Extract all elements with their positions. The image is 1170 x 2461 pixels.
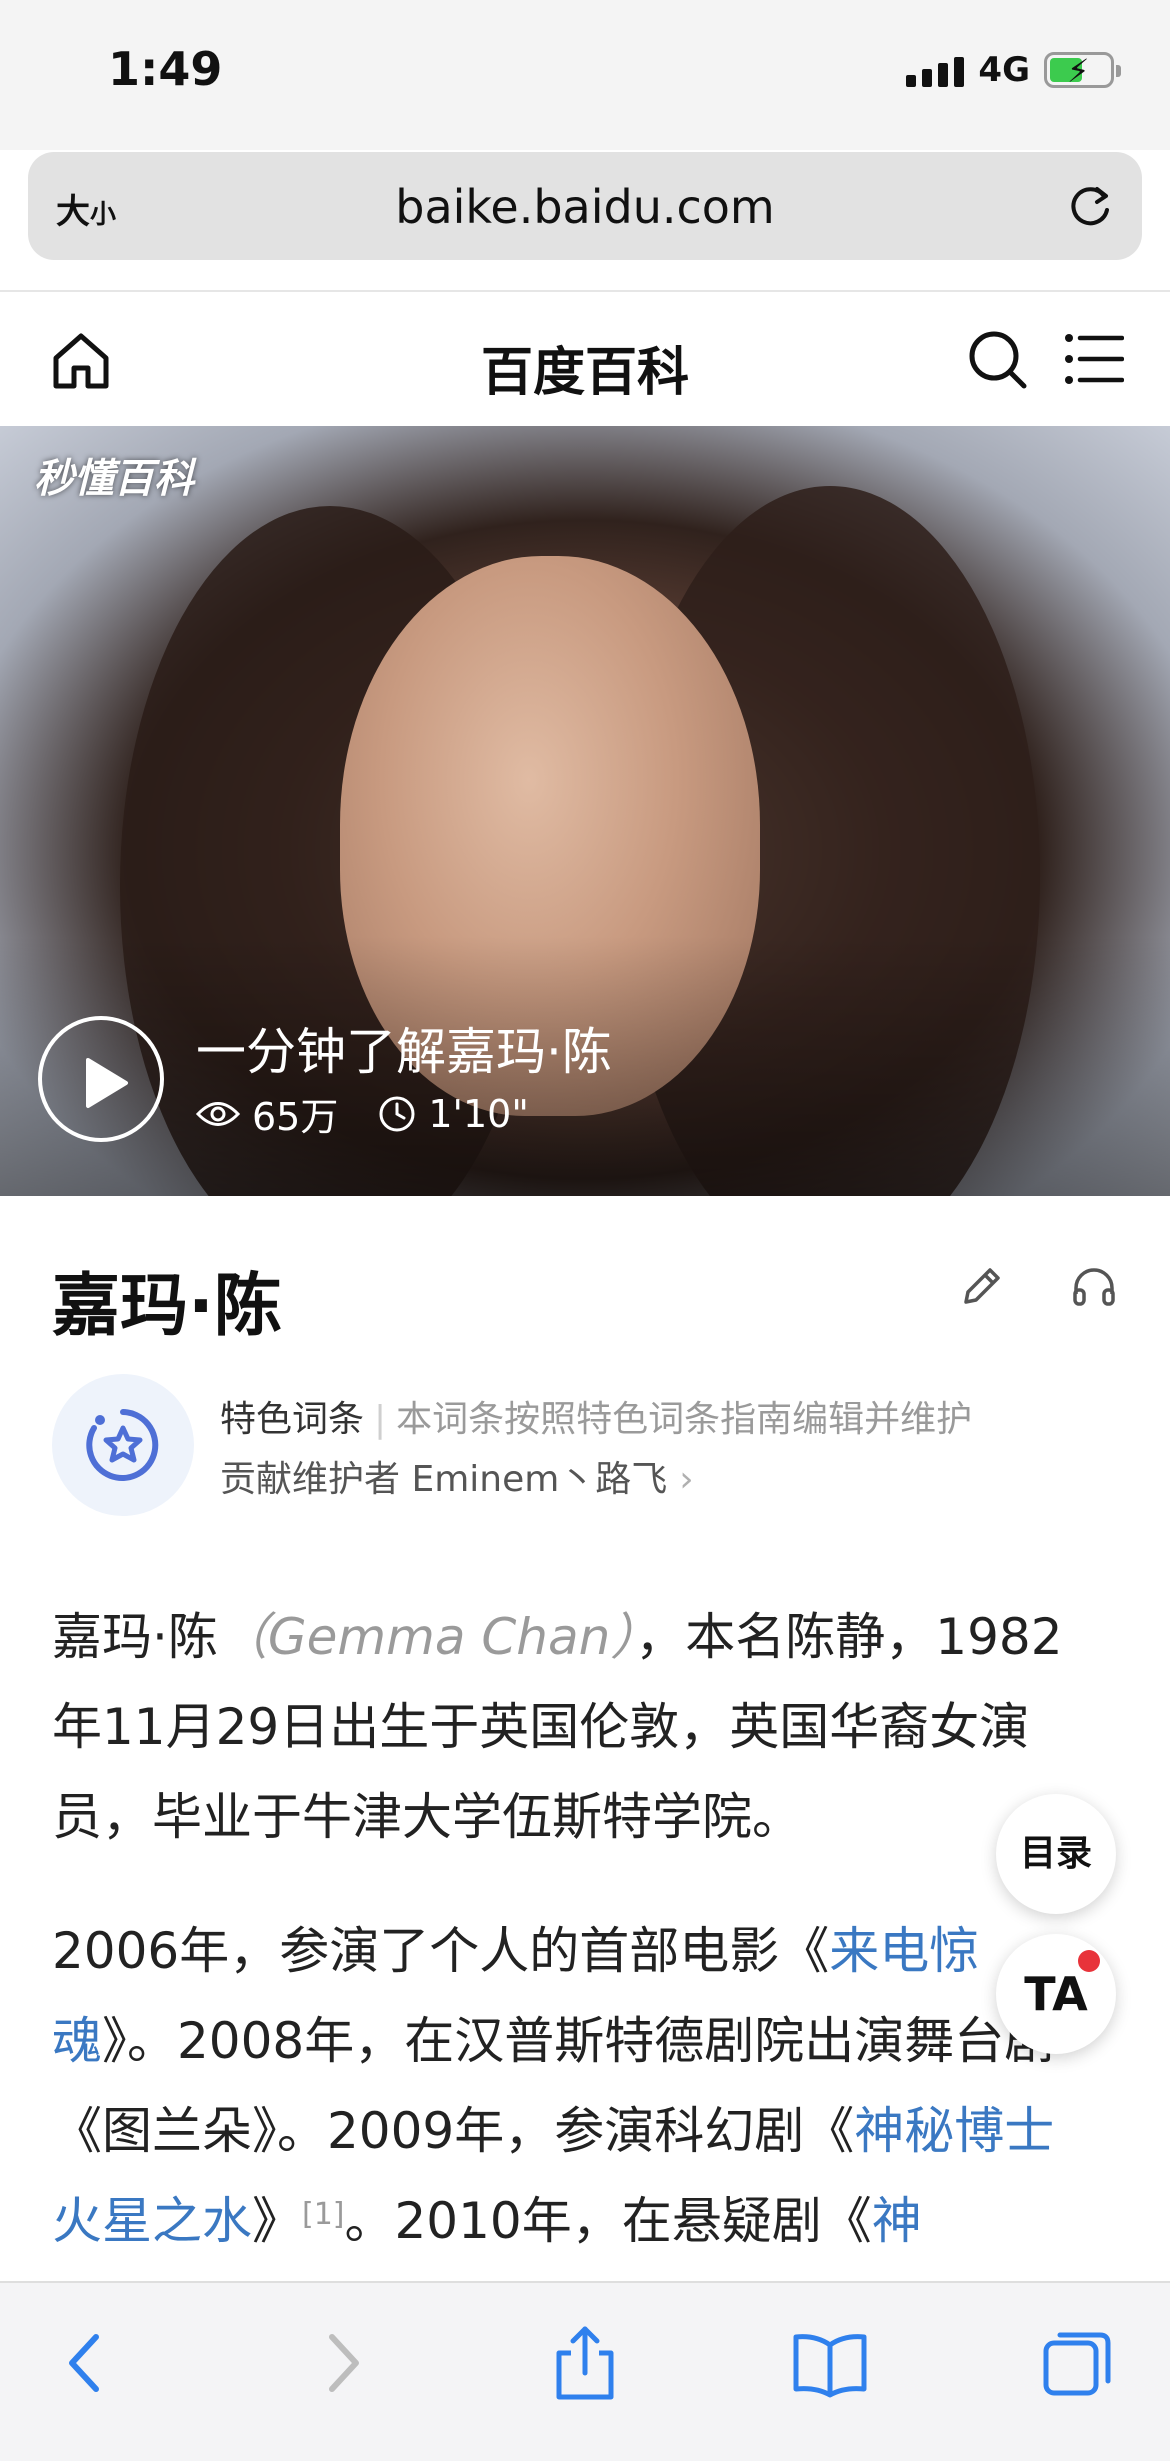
- career-paragraph: 2006年，参演了个人的首部电影《来电惊魂》。2008年，在汉普斯特德剧院出演舞…: [52, 1922, 1055, 2250]
- bookmarks-icon[interactable]: [790, 2323, 870, 2403]
- featured-desc: 本词条按照特色词条指南编辑并维护: [396, 1399, 973, 1440]
- site-header: 百度百科: [0, 292, 1170, 426]
- share-icon[interactable]: [545, 2323, 625, 2403]
- contributors-text: 贡献维护者 Eminem丶路飞: [220, 1459, 668, 1500]
- battery-icon: ⚡: [1044, 52, 1121, 90]
- play-button[interactable]: [38, 1016, 164, 1142]
- browser-toolbar: [0, 2281, 1170, 2461]
- back-icon[interactable]: [48, 2323, 128, 2403]
- video-meta: 65万 1'10": [196, 1086, 569, 1141]
- ta-label: TA: [1024, 1967, 1088, 2021]
- status-time: 1:49: [108, 42, 223, 96]
- tabs-icon[interactable]: [1038, 2323, 1118, 2403]
- latin-name: （Gemma Chan）: [217, 1608, 636, 1666]
- network-type: 4G: [978, 50, 1030, 90]
- video-duration: 1'10": [428, 1091, 529, 1136]
- search-icon[interactable]: [966, 328, 1030, 392]
- reference-marker[interactable]: [1]: [302, 2197, 345, 2232]
- ta-button[interactable]: TA: [996, 1934, 1116, 2054]
- eye-icon: [196, 1101, 240, 1126]
- forward-icon[interactable]: [300, 2323, 380, 2403]
- reload-icon[interactable]: [1064, 180, 1116, 232]
- video-title: 一分钟了解嘉玛·陈: [196, 1023, 612, 1081]
- featured-entry-info: 特色词条 | 本词条按照特色词条指南编辑并维护: [220, 1399, 973, 1440]
- signal-icon: [906, 53, 965, 87]
- featured-star-icon: [86, 1409, 159, 1481]
- contributors-link[interactable]: 贡献维护者 Eminem丶路飞 ›: [220, 1450, 694, 1502]
- featured-badge: [52, 1374, 194, 1516]
- summary-paragraph: 嘉玛·陈（Gemma Chan），本名陈静，1982年11月29日出生于英国伦敦…: [52, 1608, 1063, 1846]
- address-bar[interactable]: 大小 baike.baidu.com: [28, 152, 1142, 260]
- menu-icon[interactable]: [1064, 330, 1124, 388]
- video-views: 65万: [252, 1095, 339, 1139]
- url-text[interactable]: baike.baidu.com: [28, 180, 1142, 234]
- status-indicators: 4G ⚡: [906, 50, 1121, 90]
- link-next[interactable]: 神: [872, 2192, 922, 2250]
- video-player[interactable]: 秒懂百科 一分钟了解嘉玛·陈 65万 1'10": [0, 426, 1170, 1196]
- headphones-icon[interactable]: [1070, 1262, 1118, 1310]
- featured-label: 特色词条: [220, 1399, 365, 1440]
- chevron-right-icon: ›: [679, 1459, 694, 1500]
- entry-title: 嘉玛·陈: [52, 1267, 282, 1346]
- video-watermark: 秒懂百科: [34, 456, 194, 502]
- play-icon: [86, 1058, 128, 1108]
- toc-button[interactable]: 目录: [996, 1794, 1116, 1914]
- clock-icon: [379, 1096, 415, 1131]
- notification-dot: [1078, 1950, 1100, 1972]
- status-bar: 1:49 4G ⚡: [0, 0, 1170, 150]
- edit-icon[interactable]: [958, 1262, 1006, 1310]
